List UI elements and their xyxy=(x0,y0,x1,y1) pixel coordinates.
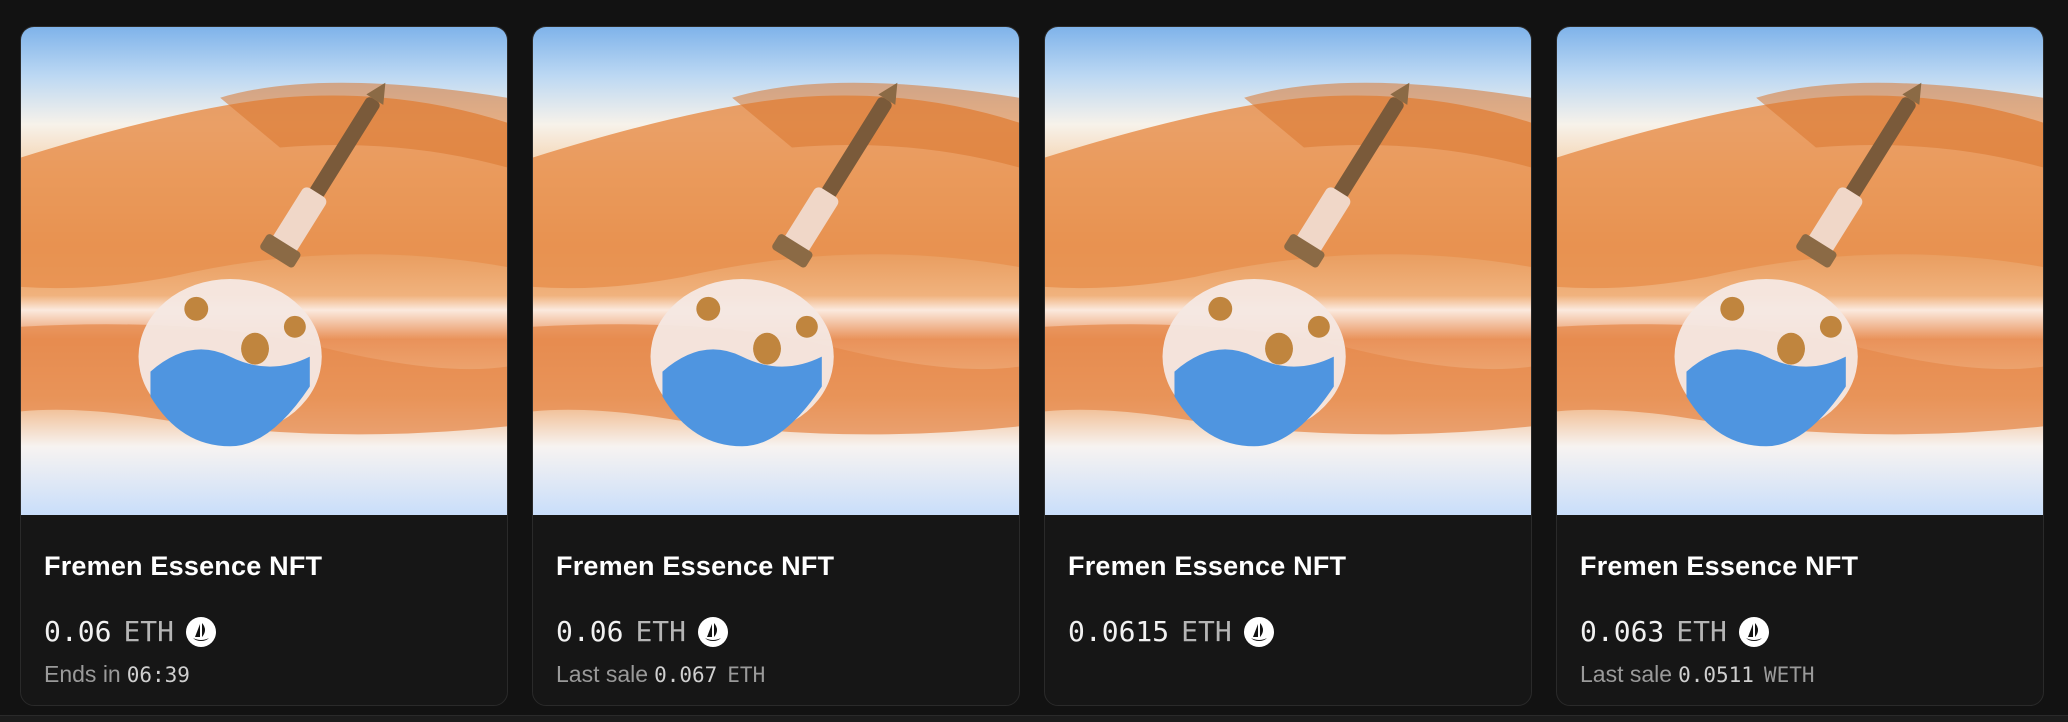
sub-info: Ends in 06:39 xyxy=(44,661,190,688)
nft-image[interactable] xyxy=(1557,27,2043,515)
nft-grid: Fremen Essence NFT 0.06 ETH Ends in 06:3… xyxy=(0,0,2068,722)
nft-card[interactable]: Fremen Essence NFT 0.063 ETH Last sale 0… xyxy=(1556,26,2044,706)
sub-label: Last sale xyxy=(1580,661,1673,687)
price-currency: ETH xyxy=(1676,615,1727,648)
nft-title: Fremen Essence NFT xyxy=(1068,551,1347,581)
nft-card[interactable]: Fremen Essence NFT 0.06 ETH Ends in 06:3… xyxy=(20,26,508,706)
price-row: 0.06 ETH xyxy=(556,615,729,648)
sub-value: 06:39 xyxy=(126,663,190,687)
sub-info: Last sale 0.067 ETH xyxy=(556,661,765,688)
price-row: 0.06 ETH xyxy=(44,615,217,648)
price-amount: 0.063 xyxy=(1580,615,1665,648)
bottom-bar xyxy=(0,715,2068,722)
price-amount: 0.06 xyxy=(44,615,112,648)
sub-label: Last sale xyxy=(556,661,649,687)
sub-value: 0.067 xyxy=(654,663,718,687)
essence-vial-illustration xyxy=(1557,82,2043,447)
nft-image[interactable] xyxy=(1045,27,1531,515)
opensea-ship-icon xyxy=(1738,616,1769,647)
nft-card[interactable]: Fremen Essence NFT 0.0615 ETH xyxy=(1044,26,1532,706)
price-currency: ETH xyxy=(123,615,175,648)
sub-value: 0.0511 xyxy=(1678,663,1754,687)
nft-image[interactable] xyxy=(533,27,1019,515)
opensea-ship-icon xyxy=(1243,616,1274,647)
nft-image[interactable] xyxy=(21,27,507,515)
essence-vial-illustration xyxy=(21,82,507,447)
sub-unit: ETH xyxy=(727,663,766,687)
sub-label: Ends in xyxy=(44,661,121,687)
nft-title: Fremen Essence NFT xyxy=(44,551,323,581)
sub-unit: WETH xyxy=(1763,663,1815,687)
nft-title: Fremen Essence NFT xyxy=(1580,551,1859,581)
nft-card[interactable]: Fremen Essence NFT 0.06 ETH Last sale 0.… xyxy=(532,26,1020,706)
price-amount: 0.0615 xyxy=(1068,615,1170,648)
price-amount: 0.06 xyxy=(556,615,624,648)
essence-vial-illustration xyxy=(1045,82,1531,447)
nft-title: Fremen Essence NFT xyxy=(556,551,835,581)
opensea-ship-icon xyxy=(698,616,729,647)
sub-info: Last sale 0.0511 WETH xyxy=(1580,661,1815,688)
price-currency: ETH xyxy=(1181,615,1232,648)
price-currency: ETH xyxy=(635,615,687,648)
essence-vial-illustration xyxy=(533,82,1019,447)
opensea-ship-icon xyxy=(186,616,217,647)
price-row: 0.0615 ETH xyxy=(1068,615,1274,648)
price-row: 0.063 ETH xyxy=(1580,615,1769,648)
